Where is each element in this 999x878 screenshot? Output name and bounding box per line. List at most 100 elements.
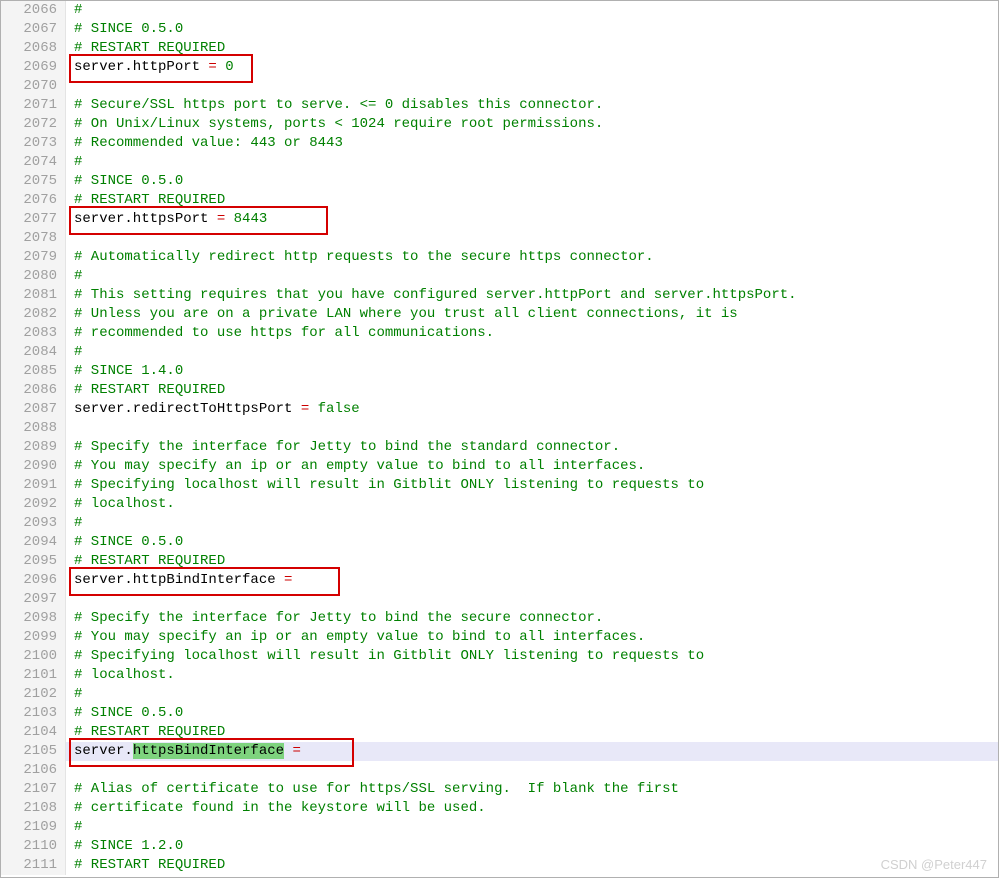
line-content[interactable]: # bbox=[66, 514, 998, 533]
code-line[interactable]: 2085# SINCE 1.4.0 bbox=[1, 362, 998, 381]
line-content[interactable]: # localhost. bbox=[66, 666, 998, 685]
code-line[interactable]: 2096server.httpBindInterface = bbox=[1, 571, 998, 590]
code-line[interactable]: 2102# bbox=[1, 685, 998, 704]
code-line[interactable]: 2067# SINCE 0.5.0 bbox=[1, 20, 998, 39]
code-line[interactable]: 2106 bbox=[1, 761, 998, 780]
code-line[interactable]: 2075# SINCE 0.5.0 bbox=[1, 172, 998, 191]
line-content[interactable]: # Alias of certificate to use for https/… bbox=[66, 780, 998, 799]
line-content[interactable]: server.httpsBindInterface = bbox=[66, 742, 998, 761]
line-content[interactable]: # RESTART REQUIRED bbox=[66, 856, 998, 875]
line-content[interactable]: # SINCE 1.4.0 bbox=[66, 362, 998, 381]
code-line[interactable]: 2070 bbox=[1, 77, 998, 96]
code-line[interactable]: 2093# bbox=[1, 514, 998, 533]
code-line[interactable]: 2089# Specify the interface for Jetty to… bbox=[1, 438, 998, 457]
code-line[interactable]: 2071# Secure/SSL https port to serve. <=… bbox=[1, 96, 998, 115]
line-content[interactable]: # Specifying localhost will result in Gi… bbox=[66, 476, 998, 495]
line-content[interactable]: # SINCE 0.5.0 bbox=[66, 172, 998, 191]
code-line[interactable]: 2076# RESTART REQUIRED bbox=[1, 191, 998, 210]
line-content[interactable]: # You may specify an ip or an empty valu… bbox=[66, 628, 998, 647]
code-line[interactable]: 2081# This setting requires that you hav… bbox=[1, 286, 998, 305]
property-value: false bbox=[318, 401, 360, 417]
code-line[interactable]: 2073# Recommended value: 443 or 8443 bbox=[1, 134, 998, 153]
line-content[interactable] bbox=[66, 761, 998, 780]
line-content[interactable]: # certificate found in the keystore will… bbox=[66, 799, 998, 818]
code-line[interactable]: 2109# bbox=[1, 818, 998, 837]
code-line[interactable]: 2105server.httpsBindInterface = bbox=[1, 742, 998, 761]
line-content[interactable]: # This setting requires that you have co… bbox=[66, 286, 998, 305]
line-content[interactable]: # SINCE 1.2.0 bbox=[66, 837, 998, 856]
line-content[interactable]: # bbox=[66, 267, 998, 286]
code-line[interactable]: 2092# localhost. bbox=[1, 495, 998, 514]
code-line[interactable]: 2100# Specifying localhost will result i… bbox=[1, 647, 998, 666]
code-line[interactable]: 2110# SINCE 1.2.0 bbox=[1, 837, 998, 856]
code-line[interactable]: 2107# Alias of certificate to use for ht… bbox=[1, 780, 998, 799]
line-content[interactable] bbox=[66, 590, 998, 609]
code-line[interactable]: 2087server.redirectToHttpsPort = false bbox=[1, 400, 998, 419]
line-content[interactable]: # bbox=[66, 343, 998, 362]
line-number: 2104 bbox=[1, 723, 66, 742]
line-number: 2082 bbox=[1, 305, 66, 324]
code-line[interactable]: 2099# You may specify an ip or an empty … bbox=[1, 628, 998, 647]
line-content[interactable]: # Secure/SSL https port to serve. <= 0 d… bbox=[66, 96, 998, 115]
code-line[interactable]: 2066# bbox=[1, 1, 998, 20]
line-content[interactable]: # bbox=[66, 685, 998, 704]
line-number: 2098 bbox=[1, 609, 66, 628]
line-content[interactable]: # RESTART REQUIRED bbox=[66, 39, 998, 58]
code-line[interactable]: 2069server.httpPort = 0 bbox=[1, 58, 998, 77]
code-line[interactable]: 2095# RESTART REQUIRED bbox=[1, 552, 998, 571]
comment-text: # RESTART REQUIRED bbox=[74, 724, 225, 740]
line-content[interactable]: server.httpPort = 0 bbox=[66, 58, 998, 77]
code-line[interactable]: 2094# SINCE 0.5.0 bbox=[1, 533, 998, 552]
line-content[interactable]: # SINCE 0.5.0 bbox=[66, 704, 998, 723]
line-content[interactable]: # Unless you are on a private LAN where … bbox=[66, 305, 998, 324]
line-content[interactable]: server.httpBindInterface = bbox=[66, 571, 998, 590]
line-content[interactable]: # On Unix/Linux systems, ports < 1024 re… bbox=[66, 115, 998, 134]
code-line[interactable]: 2083# recommended to use https for all c… bbox=[1, 324, 998, 343]
line-content[interactable]: # localhost. bbox=[66, 495, 998, 514]
code-line[interactable]: 2077server.httpsPort = 8443 bbox=[1, 210, 998, 229]
code-line[interactable]: 2088 bbox=[1, 419, 998, 438]
code-line[interactable]: 2091# Specifying localhost will result i… bbox=[1, 476, 998, 495]
line-content[interactable]: # Specify the interface for Jetty to bin… bbox=[66, 438, 998, 457]
line-content[interactable]: # Specify the interface for Jetty to bin… bbox=[66, 609, 998, 628]
code-line[interactable]: 2090# You may specify an ip or an empty … bbox=[1, 457, 998, 476]
code-line[interactable]: 2079# Automatically redirect http reques… bbox=[1, 248, 998, 267]
line-content[interactable]: # Specifying localhost will result in Gi… bbox=[66, 647, 998, 666]
line-content[interactable]: # bbox=[66, 153, 998, 172]
code-line[interactable]: 2082# Unless you are on a private LAN wh… bbox=[1, 305, 998, 324]
code-line[interactable]: 2074# bbox=[1, 153, 998, 172]
code-line[interactable]: 2111# RESTART REQUIRED bbox=[1, 856, 998, 875]
code-line[interactable]: 2086# RESTART REQUIRED bbox=[1, 381, 998, 400]
line-content[interactable]: # Recommended value: 443 or 8443 bbox=[66, 134, 998, 153]
line-content[interactable] bbox=[66, 419, 998, 438]
code-line[interactable]: 2104 # RESTART REQUIRED bbox=[1, 723, 998, 742]
line-content[interactable]: server.httpsPort = 8443 bbox=[66, 210, 998, 229]
line-content[interactable]: # SINCE 0.5.0 bbox=[66, 533, 998, 552]
line-content[interactable] bbox=[66, 77, 998, 96]
line-content[interactable]: # You may specify an ip or an empty valu… bbox=[66, 457, 998, 476]
code-line[interactable]: 2101# localhost. bbox=[1, 666, 998, 685]
code-line[interactable]: 2097 bbox=[1, 590, 998, 609]
code-line[interactable]: 2068# RESTART REQUIRED bbox=[1, 39, 998, 58]
code-line[interactable]: 2098# Specify the interface for Jetty to… bbox=[1, 609, 998, 628]
line-content[interactable]: # Automatically redirect http requests t… bbox=[66, 248, 998, 267]
code-line[interactable]: 2103# SINCE 0.5.0 bbox=[1, 704, 998, 723]
line-number: 2089 bbox=[1, 438, 66, 457]
line-content[interactable]: # RESTART REQUIRED bbox=[66, 723, 998, 742]
comment-text: # This setting requires that you have co… bbox=[74, 287, 797, 303]
line-content[interactable]: # RESTART REQUIRED bbox=[66, 191, 998, 210]
code-editor[interactable]: 2066#2067# SINCE 0.5.02068# RESTART REQU… bbox=[0, 0, 999, 878]
line-content[interactable]: # bbox=[66, 818, 998, 837]
line-content[interactable]: # bbox=[66, 1, 998, 20]
line-content[interactable]: server.redirectToHttpsPort = false bbox=[66, 400, 998, 419]
line-content[interactable]: # RESTART REQUIRED bbox=[66, 552, 998, 571]
line-content[interactable]: # SINCE 0.5.0 bbox=[66, 20, 998, 39]
line-content[interactable] bbox=[66, 229, 998, 248]
code-line[interactable]: 2108# certificate found in the keystore … bbox=[1, 799, 998, 818]
code-line[interactable]: 2080# bbox=[1, 267, 998, 286]
line-content[interactable]: # recommended to use https for all commu… bbox=[66, 324, 998, 343]
code-line[interactable]: 2078 bbox=[1, 229, 998, 248]
line-content[interactable]: # RESTART REQUIRED bbox=[66, 381, 998, 400]
code-line[interactable]: 2084# bbox=[1, 343, 998, 362]
code-line[interactable]: 2072# On Unix/Linux systems, ports < 102… bbox=[1, 115, 998, 134]
